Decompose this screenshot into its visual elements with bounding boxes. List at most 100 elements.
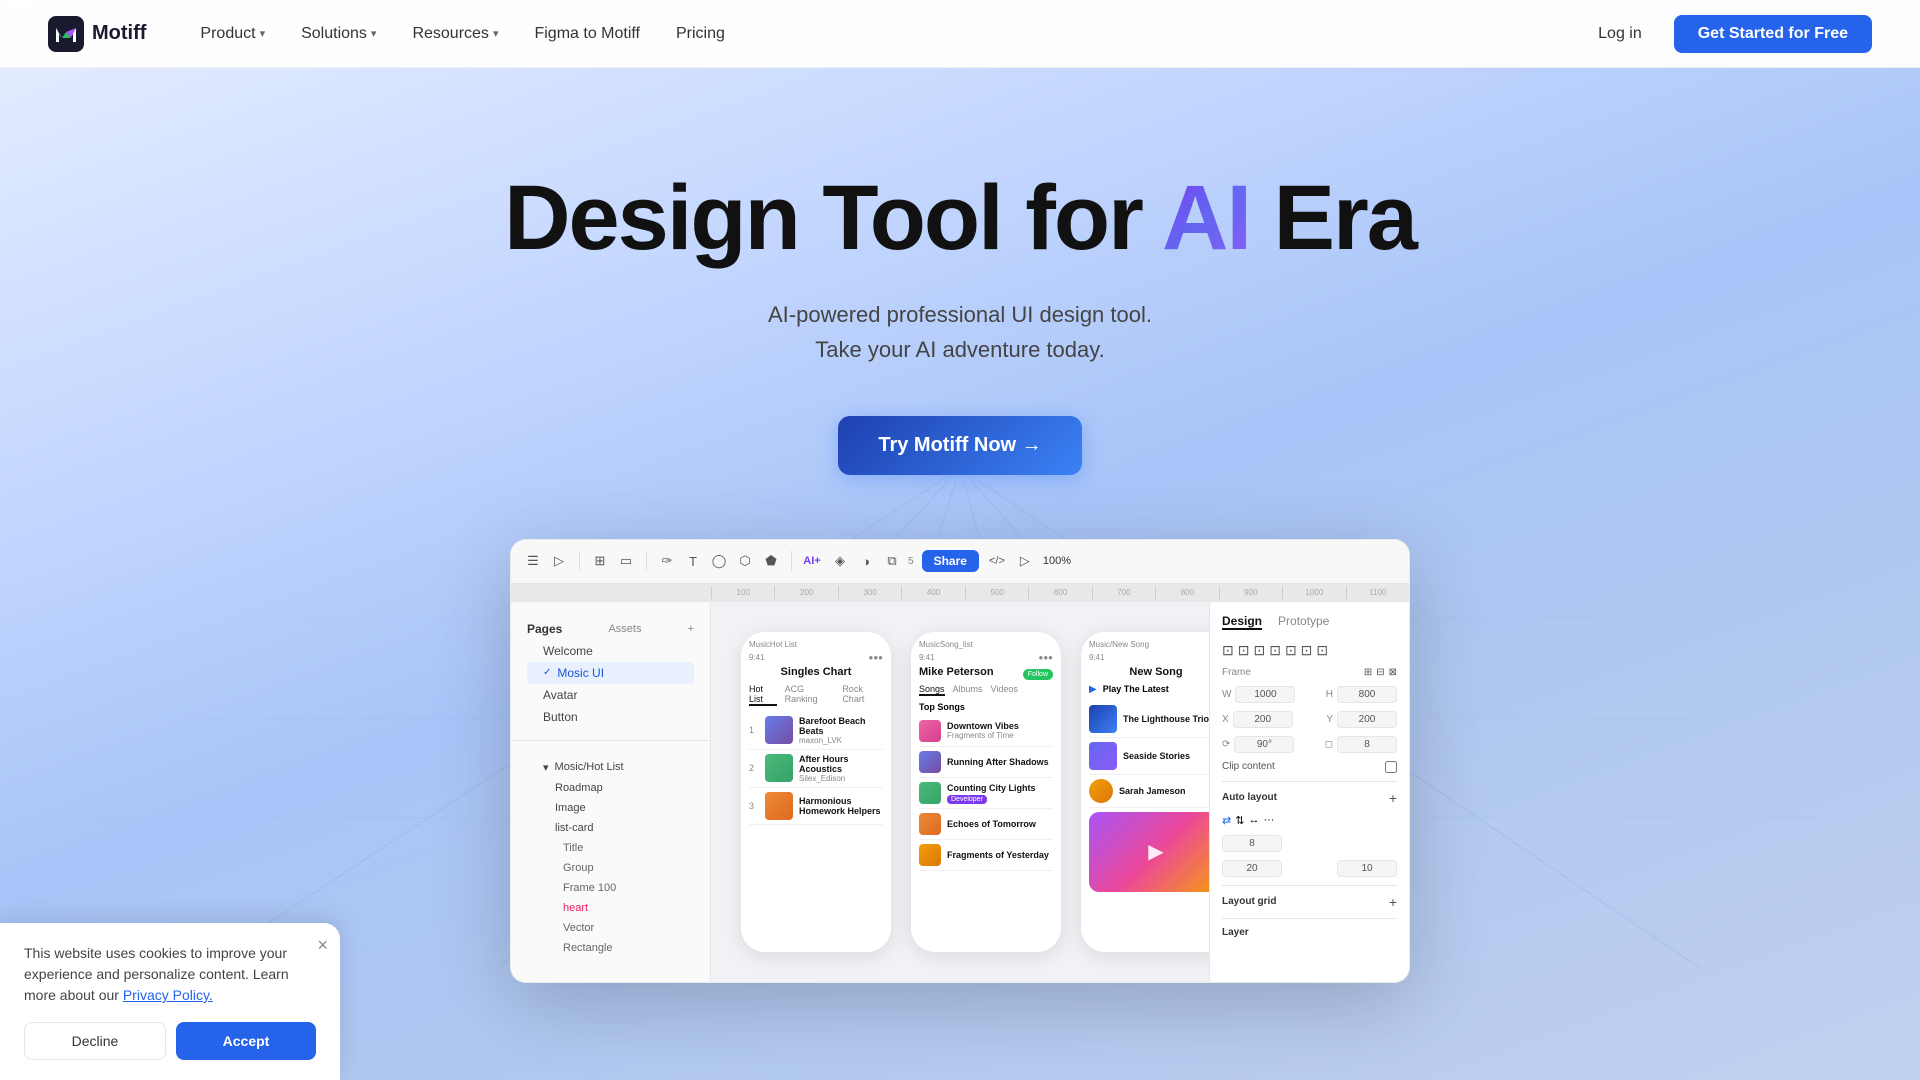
tab-hot-list[interactable]: Hot List <box>749 684 777 706</box>
run-icon[interactable]: ▷ <box>1015 551 1035 571</box>
cookie-banner: × This website uses cookies to improve y… <box>0 923 340 1080</box>
sidebar-layer-heart[interactable]: heart <box>527 898 694 918</box>
clip-content-checkbox[interactable] <box>1385 761 1397 773</box>
sidebar-layer-vector[interactable]: Vector <box>527 918 694 938</box>
grid-icon[interactable]: ⊞ <box>590 551 610 571</box>
privacy-policy-link[interactable]: Privacy Policy. <box>123 987 213 1003</box>
get-started-button[interactable]: Get Started for Free <box>1674 15 1872 53</box>
sidebar-layer-roadmap[interactable]: Roadmap <box>527 778 694 798</box>
circle-icon[interactable]: ◯ <box>709 551 729 571</box>
layout-space-icon[interactable]: ↔ <box>1248 814 1259 827</box>
layout-grid-label: Layout grid <box>1222 896 1276 907</box>
cookie-close-button[interactable]: × <box>317 935 328 956</box>
tab-albums[interactable]: Albums <box>953 684 983 696</box>
rotation-row: ⟳ 90° ◻ 8 <box>1222 736 1397 753</box>
cookie-decline-button[interactable]: Decline <box>24 1022 166 1060</box>
phone1-tabs[interactable]: Hot List ACG Ranking Rock Chart <box>749 684 883 706</box>
gap-input[interactable]: 8 <box>1222 835 1282 852</box>
pen-icon[interactable]: ✑ <box>657 551 677 571</box>
menu-icon[interactable]: ☰ <box>523 551 543 571</box>
shape-icon[interactable]: ⬟ <box>761 551 781 571</box>
tab-design[interactable]: Design <box>1222 614 1262 630</box>
tab-videos[interactable]: Videos <box>991 684 1018 696</box>
play-btn-featured[interactable]: ▶ <box>1148 839 1163 864</box>
share-button[interactable]: Share <box>922 550 979 572</box>
app-body: Pages Assets + Welcome ✓ Mosic UI Avatar <box>511 602 1409 982</box>
play-icon-small[interactable]: ▶ <box>1089 684 1097 695</box>
nav-pricing[interactable]: Pricing <box>662 17 739 51</box>
ai-icon[interactable]: AI+ <box>802 551 822 571</box>
tab-prototype[interactable]: Prototype <box>1278 614 1329 630</box>
fill-icon[interactable]: ◈ <box>830 551 850 571</box>
auto-layout-label: Auto layout <box>1222 792 1277 803</box>
cookie-accept-button[interactable]: Accept <box>176 1022 316 1060</box>
align-left-icon[interactable]: ⊡ <box>1222 642 1234 659</box>
components-icon[interactable]: ⧉ <box>882 551 902 571</box>
frame-icon[interactable]: ▭ <box>616 551 636 571</box>
frame100-label: Frame 100 <box>563 882 616 894</box>
frame-label: Frame <box>1222 667 1251 678</box>
sidebar-page-welcome[interactable]: Welcome <box>527 640 694 662</box>
width-input[interactable]: 1000 <box>1235 686 1295 703</box>
sidebar-page-button[interactable]: Button <box>527 706 694 728</box>
sidebar-layer-rectangle[interactable]: Rectangle <box>527 938 694 958</box>
polygon-icon[interactable]: ⬡ <box>735 551 755 571</box>
lighthouse-info: The Lighthouse Trio <box>1123 714 1209 724</box>
padding-h-input[interactable]: 10 <box>1337 860 1397 877</box>
login-button[interactable]: Log in <box>1582 17 1658 51</box>
sidebar-page-avatar[interactable]: Avatar <box>527 684 694 706</box>
sidebar-layer-title[interactable]: Title <box>527 838 694 858</box>
toolbar-divider-3 <box>791 551 792 571</box>
text-icon[interactable]: T <box>683 551 703 571</box>
tab-rock[interactable]: Rock Chart <box>842 684 883 706</box>
top-songs-header: Top Songs <box>919 702 1053 712</box>
frame-resize-icon[interactable]: ⊞ <box>1364 667 1372 678</box>
nav-figma[interactable]: Figma to Motiff <box>520 17 654 51</box>
nav-solutions[interactable]: Solutions ▾ <box>287 17 390 51</box>
nav-product[interactable]: Product ▾ <box>186 17 279 51</box>
panel-divider-1 <box>1222 781 1397 782</box>
add-page-icon[interactable]: + <box>688 623 694 635</box>
sidebar-page-mosic-ui[interactable]: ✓ Mosic UI <box>527 662 694 684</box>
distribute-icon[interactable]: ⊡ <box>1316 642 1328 659</box>
follow-badge[interactable]: Follow <box>1023 669 1053 680</box>
cookie-buttons: Decline Accept <box>24 1022 316 1060</box>
height-input[interactable]: 800 <box>1337 686 1397 703</box>
layout-wrap-icon[interactable]: ⇅ <box>1235 814 1244 827</box>
tab-acg[interactable]: ACG Ranking <box>785 684 835 706</box>
logo[interactable]: Motiff <box>48 16 146 52</box>
zoom-level[interactable]: 100% <box>1043 555 1071 567</box>
align-right-icon[interactable]: ⊡ <box>1253 642 1265 659</box>
y-group: Y 200 <box>1326 711 1397 728</box>
align-center-h-icon[interactable]: ⊡ <box>1238 642 1250 659</box>
code-icon[interactable]: </> <box>987 551 1007 571</box>
layout-direction-icon[interactable]: ⇄ <box>1222 814 1231 827</box>
add-grid-icon[interactable]: + <box>1389 894 1397 910</box>
align-center-v-icon[interactable]: ⊡ <box>1285 642 1297 659</box>
sidebar-layer-list-card[interactable]: list-card <box>527 818 694 838</box>
sidebar-layer-group[interactable]: Group <box>527 858 694 878</box>
song-info-1: Barefoot Beach Beats maxon_LVK <box>799 716 883 745</box>
tab-songs[interactable]: Songs <box>919 684 945 696</box>
sidebar-layer-hot-list[interactable]: ▾ Mosic/Hot List <box>527 757 694 778</box>
x-input[interactable]: 200 <box>1233 711 1293 728</box>
frame-fullscreen-icon[interactable]: ⊠ <box>1389 667 1397 678</box>
padding-v-input[interactable]: 20 <box>1222 860 1282 877</box>
hero-cta-button[interactable]: Try Motiff Now → <box>838 416 1081 475</box>
rotation-input[interactable]: 90° <box>1234 736 1294 753</box>
layout-more-icon[interactable]: ··· <box>1263 814 1274 827</box>
align-top-icon[interactable]: ⊡ <box>1269 642 1281 659</box>
dark-icon[interactable]: ◑ <box>856 551 876 571</box>
y-input[interactable]: 200 <box>1337 711 1397 728</box>
frame-aspect-icon[interactable]: ⊟ <box>1376 667 1384 678</box>
add-auto-layout-icon[interactable]: + <box>1389 790 1397 806</box>
phone2-tabs[interactable]: Songs Albums Videos <box>919 684 1053 696</box>
play-icon[interactable]: ▷ <box>549 551 569 571</box>
nav-resources[interactable]: Resources ▾ <box>398 17 512 51</box>
wh-row: W 1000 H 800 <box>1222 686 1397 703</box>
sidebar-layer-image[interactable]: Image <box>527 798 694 818</box>
corner-input[interactable]: 8 <box>1337 736 1397 753</box>
sidebar-layer-frame100[interactable]: Frame 100 <box>527 878 694 898</box>
seaside-row: Seaside Stories ▶ <box>1089 738 1209 775</box>
align-bottom-icon[interactable]: ⊡ <box>1301 642 1313 659</box>
